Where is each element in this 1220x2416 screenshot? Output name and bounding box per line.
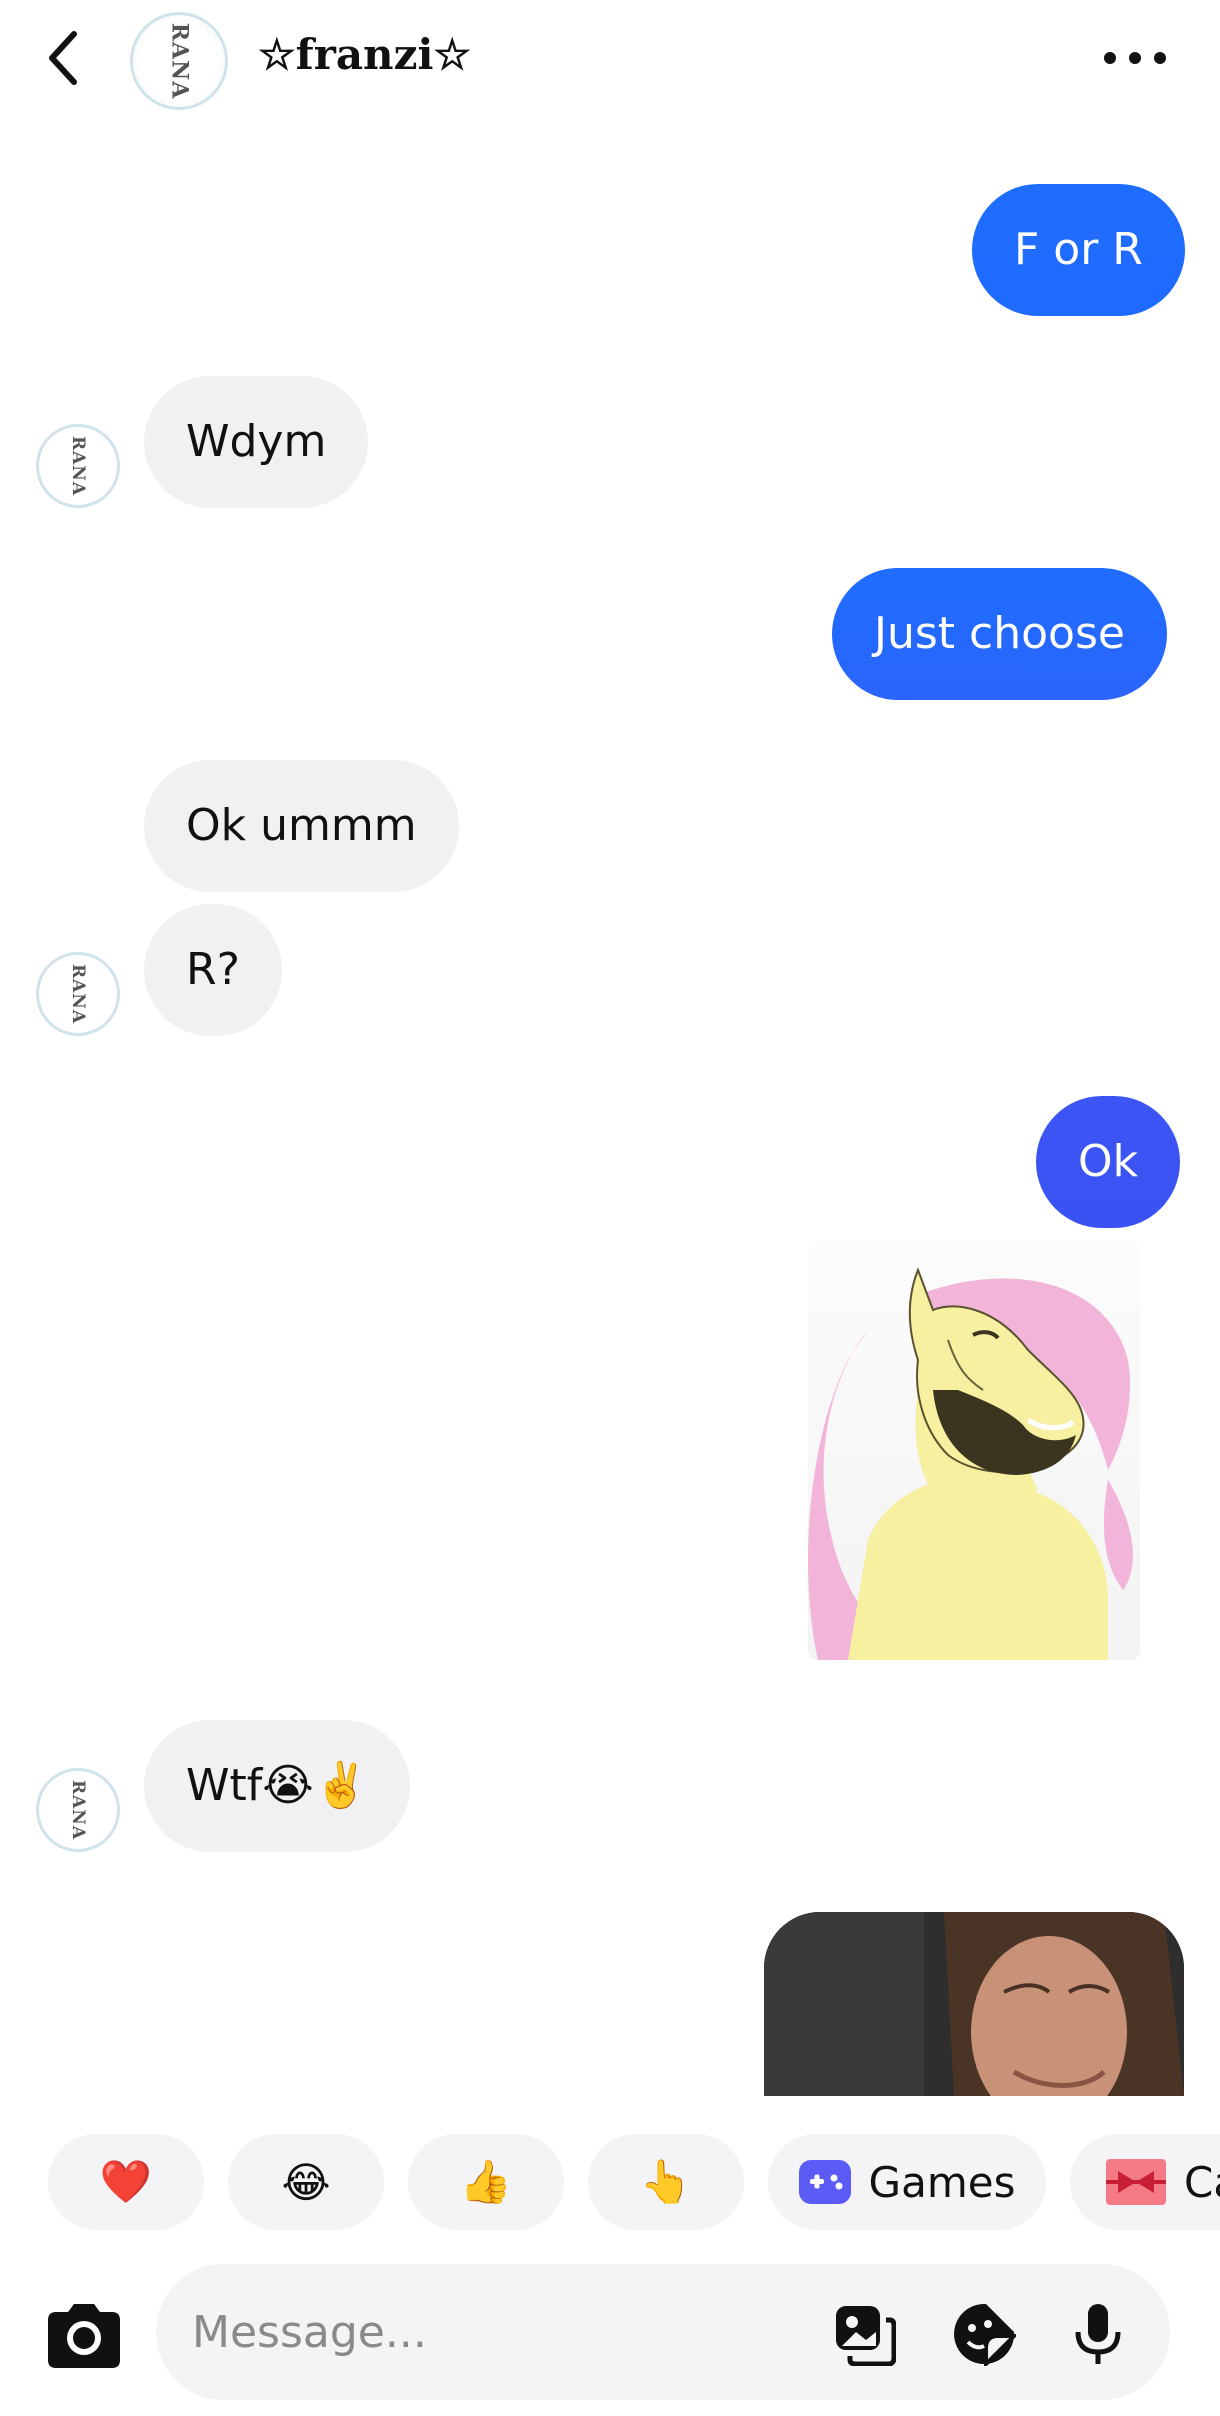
message-text: Just choose — [874, 608, 1125, 659]
gallery-icon[interactable] — [832, 2302, 896, 2366]
quick-reply-laugh[interactable]: 😂 — [228, 2134, 384, 2230]
quick-reply-thumbs-up[interactable]: 👍 — [408, 2134, 564, 2230]
contact-name[interactable]: ☆franzi☆ — [258, 30, 471, 79]
laughing-emoji-icon: 😂 — [281, 2157, 331, 2207]
person-photo — [764, 1912, 1184, 2096]
chat-header: RANA ☆franzi☆ — [0, 0, 1220, 120]
message-text: Wdym — [186, 416, 327, 467]
message-outgoing[interactable]: Just choose — [832, 568, 1167, 700]
thumbs-up-icon: 👍 — [459, 2157, 513, 2206]
camera-icon[interactable] — [38, 2290, 130, 2382]
sticker-icon[interactable] — [952, 2302, 1016, 2366]
gamepad-icon — [798, 2160, 851, 2204]
message-text: R? — [186, 944, 240, 995]
message-incoming[interactable]: Wdym — [144, 376, 369, 508]
message-text: F or R — [1014, 224, 1143, 275]
cards-button[interactable]: Ca — [1070, 2134, 1220, 2230]
sticker-image[interactable] — [808, 1240, 1140, 1660]
more-horizontal-icon[interactable] — [1100, 46, 1170, 70]
games-label: Games — [868, 2157, 1016, 2207]
back-icon[interactable] — [40, 28, 90, 88]
message-text: Ok ummm — [186, 800, 417, 851]
games-button[interactable]: Games — [768, 2134, 1046, 2230]
sender-avatar[interactable]: RANA — [36, 1768, 120, 1852]
message-outgoing[interactable]: F or R — [972, 184, 1185, 316]
message-incoming[interactable]: Wtf😭✌️ — [144, 1720, 411, 1852]
message-input[interactable] — [192, 2302, 752, 2362]
cards-label: Ca — [1184, 2157, 1220, 2207]
message-outgoing[interactable]: Ok — [1036, 1096, 1181, 1228]
message-incoming[interactable]: R? — [144, 904, 282, 1036]
gift-card-icon — [1106, 2159, 1166, 2205]
quick-reply-bar: ❤️ 😂 👍 👆 Games Ca — [0, 2128, 1220, 2238]
message-incoming[interactable]: Ok ummm — [144, 760, 459, 892]
sender-avatar[interactable]: RANA — [36, 952, 120, 1036]
message-composer — [156, 2264, 1170, 2400]
pony-meme-sticker — [808, 1267, 1133, 1660]
quick-reply-point-up[interactable]: 👆 — [588, 2134, 744, 2230]
message-text: Ok — [1078, 1136, 1139, 1187]
photo-message[interactable] — [764, 1912, 1184, 2096]
heart-icon: ❤️ — [99, 2157, 153, 2206]
microphone-icon[interactable] — [1066, 2302, 1130, 2366]
contact-avatar[interactable]: RANA — [130, 12, 228, 110]
quick-reply-heart[interactable]: ❤️ — [48, 2134, 204, 2230]
avatar-text: RANA — [166, 22, 192, 100]
message-text: Wtf😭✌️ — [186, 1760, 369, 1811]
point-up-icon: 👆 — [639, 2157, 693, 2206]
sender-avatar[interactable]: RANA — [36, 424, 120, 508]
